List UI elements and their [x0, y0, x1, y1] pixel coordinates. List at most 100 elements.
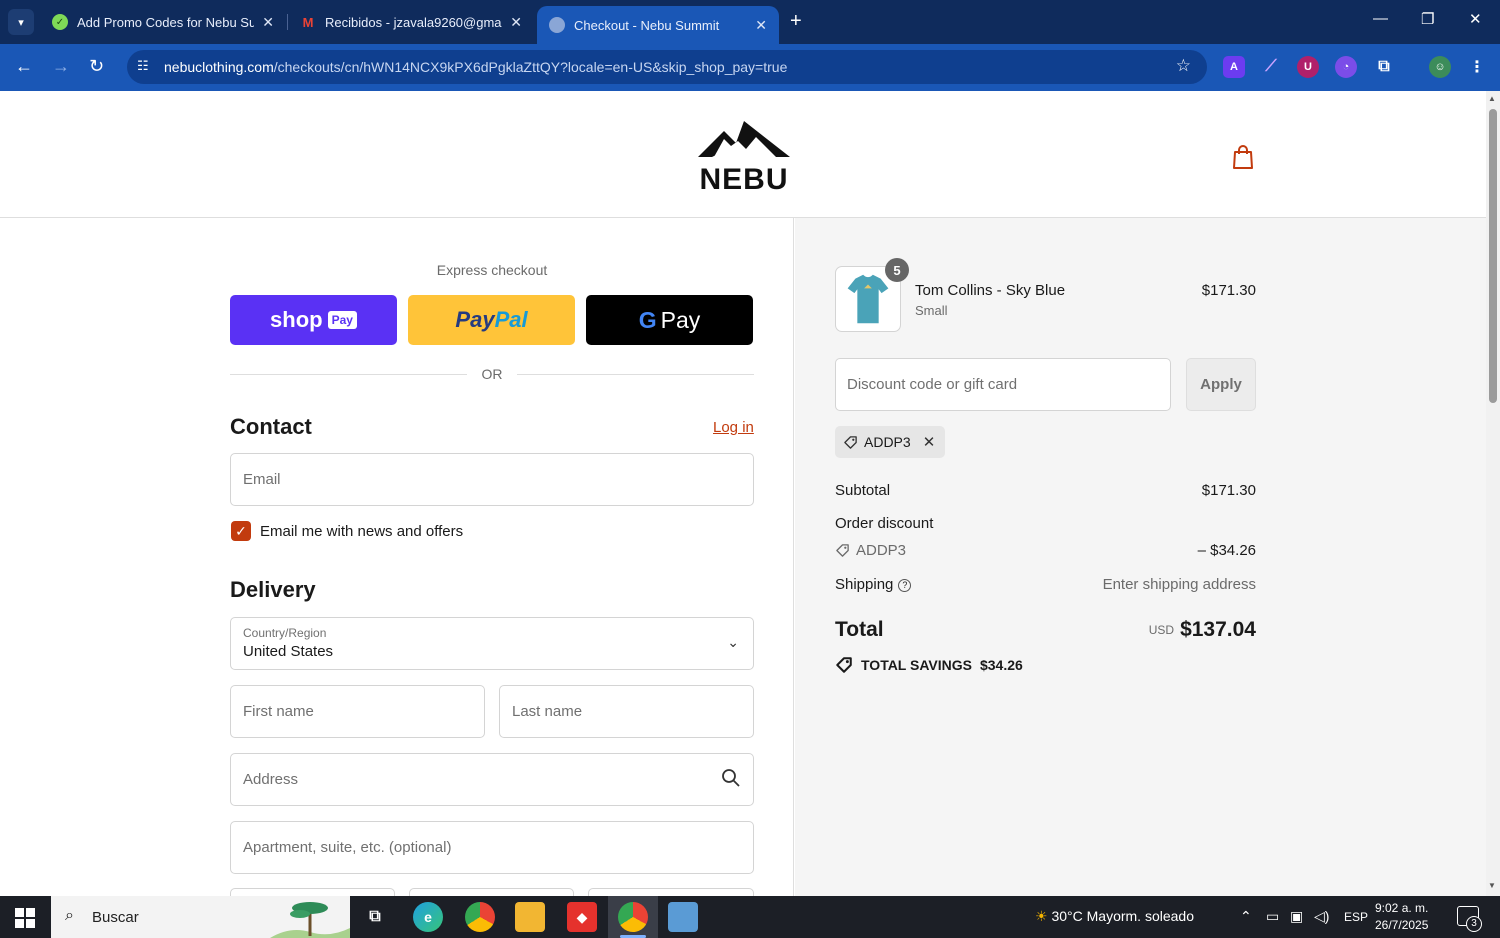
battery-icon[interactable]: ▭: [1266, 908, 1279, 925]
checkmark-favicon-icon: ✓: [52, 14, 68, 30]
subtotal-label: Subtotal: [835, 482, 891, 499]
weather-sun-icon: ☀: [1035, 908, 1048, 924]
first-name-field[interactable]: First name: [230, 685, 485, 738]
checkout-page: NEBU Express checkout shop Pay Pay Pal G …: [0, 91, 1486, 896]
express-checkout-title: Express checkout: [436, 262, 548, 278]
checkout-form: Express checkout shop Pay Pay Pal G Pay O…: [0, 218, 794, 896]
show-hidden-icons-icon[interactable]: ⌃: [1240, 908, 1252, 925]
apply-discount-button[interactable]: Apply: [1186, 358, 1256, 411]
close-tab-icon[interactable]: ✕: [510, 14, 522, 31]
quantity-badge: 5: [885, 258, 909, 282]
tab-gmail[interactable]: M Recibidos - jzavala9260@gmail. ✕: [288, 0, 534, 44]
close-tab-icon[interactable]: ✕: [755, 17, 767, 34]
shopping-bag-icon[interactable]: [1231, 144, 1255, 170]
extension-shield-icon[interactable]: U: [1297, 56, 1319, 78]
apartment-placeholder: Apartment, suite, etc. (optional): [243, 839, 452, 856]
new-tab-button[interactable]: +: [790, 10, 802, 33]
chrome-profile-icon[interactable]: [618, 902, 648, 932]
edge-icon[interactable]: e: [413, 902, 443, 932]
product-price: $171.30: [1201, 282, 1256, 299]
notepad-icon[interactable]: [668, 902, 698, 932]
language-indicator[interactable]: ESP: [1344, 910, 1368, 924]
extension-a-icon[interactable]: A: [1223, 56, 1245, 78]
taskbar-search-box[interactable]: ⌕ Buscar: [51, 896, 350, 938]
windows-start-icon[interactable]: [15, 908, 35, 928]
weather-text: 30°C Mayorm. soleado: [1051, 908, 1195, 924]
total-amount: USD $137.04: [1149, 618, 1256, 642]
weather-widget[interactable]: ☀ 30°C Mayorm. soleado: [1035, 908, 1194, 925]
or-divider-text: OR: [481, 366, 503, 382]
last-name-field[interactable]: Last name: [499, 685, 754, 738]
site-info-icon[interactable]: ☷: [137, 58, 149, 74]
order-discount-row: Order discount: [835, 515, 1256, 532]
forward-arrow-icon[interactable]: →: [52, 56, 70, 77]
minimize-icon[interactable]: —: [1373, 10, 1388, 27]
search-text: Buscar: [92, 909, 139, 926]
remove-discount-icon[interactable]: ✕: [923, 433, 936, 451]
discount-placeholder: Discount code or gift card: [847, 376, 1018, 393]
apartment-field[interactable]: Apartment, suite, etc. (optional): [230, 821, 754, 874]
discount-code-input[interactable]: Discount code or gift card: [835, 358, 1171, 411]
shipping-value: Enter shipping address: [1102, 576, 1256, 593]
tab-search-button[interactable]: ▾: [8, 9, 34, 35]
tab-checkout[interactable]: Checkout - Nebu Summit ✕: [537, 6, 779, 44]
close-window-icon[interactable]: ✕: [1469, 10, 1482, 28]
product-variant: Small: [915, 303, 948, 318]
google-pay-button[interactable]: G Pay: [586, 295, 753, 345]
order-discount-label: Order discount: [835, 515, 934, 532]
paypal-button[interactable]: Pay Pal: [408, 295, 575, 345]
address-bar[interactable]: ☷ nebuclothing.com/checkouts/cn/hWN14NCX…: [127, 50, 1207, 84]
extensions-puzzle-icon[interactable]: ⧉: [1373, 56, 1395, 78]
help-icon[interactable]: ?: [898, 579, 912, 592]
store-header: NEBU: [0, 91, 1486, 218]
shop-pay-button[interactable]: shop Pay: [230, 295, 397, 345]
country-value: United States: [243, 643, 334, 660]
anydesk-icon[interactable]: ◆: [567, 902, 597, 932]
login-link[interactable]: Log in: [713, 419, 754, 436]
clock[interactable]: 9:02 a. m. 26/7/2025: [1375, 900, 1428, 934]
page-scrollbar[interactable]: ▲ ▼: [1486, 91, 1500, 896]
scrollbar-thumb[interactable]: [1489, 109, 1497, 403]
volume-icon[interactable]: ◁): [1314, 908, 1329, 925]
windows-taskbar: ⌕ Buscar ⧉ e ◆ ☀ 30°C Mayorm. soleado ⌃ …: [0, 896, 1500, 938]
savings-value: $34.26: [979, 657, 1023, 673]
file-explorer-icon[interactable]: [515, 902, 545, 932]
total-savings: TOTAL SAVINGS $34.26: [835, 656, 1023, 674]
zip-field[interactable]: [588, 888, 754, 896]
profile-avatar-icon[interactable]: ☺: [1429, 56, 1451, 78]
chevron-down-icon: ⌄: [727, 634, 739, 650]
back-arrow-icon[interactable]: ←: [15, 56, 33, 77]
newsletter-checkbox[interactable]: ✓: [231, 521, 251, 541]
bookmark-star-icon[interactable]: ☆: [1176, 56, 1191, 76]
paypal-label-part1: Pay: [455, 307, 495, 332]
close-tab-icon[interactable]: ✕: [262, 14, 274, 31]
extension-quill-icon[interactable]: ⟋: [1260, 56, 1282, 78]
total-label: Total: [835, 618, 884, 641]
nebu-logo[interactable]: NEBU: [694, 117, 794, 193]
scroll-down-arrow-icon[interactable]: ▼: [1488, 881, 1496, 890]
globe-icon: [549, 17, 565, 33]
order-discount-code-row: ADDP3 – $34.26: [835, 542, 1256, 559]
address-field[interactable]: Address: [230, 753, 754, 806]
extension-circle-icon[interactable]: ◔: [1335, 56, 1357, 78]
email-field[interactable]: Email: [230, 453, 754, 506]
url-host: nebuclothing.com: [164, 59, 274, 75]
state-field[interactable]: [409, 888, 574, 896]
browser-menu-icon[interactable]: ⋮: [1466, 56, 1488, 78]
savings-label: TOTAL SAVINGS: [861, 657, 972, 673]
tab-promo-codes[interactable]: ✓ Add Promo Codes for Nebu Su ✕: [40, 0, 286, 44]
clock-date: 26/7/2025: [1375, 918, 1429, 932]
chrome-icon[interactable]: [465, 902, 495, 932]
tag-icon: [844, 435, 857, 449]
task-view-icon[interactable]: ⧉: [360, 902, 390, 932]
scroll-up-arrow-icon[interactable]: ▲: [1488, 94, 1496, 103]
restore-icon[interactable]: ❐: [1421, 10, 1434, 28]
url-text[interactable]: nebuclothing.com/checkouts/cn/hWN14NCX9k…: [164, 59, 787, 75]
shop-pay-badge: Pay: [327, 311, 357, 329]
order-summary: 5 Tom Collins - Sky Blue Small $171.30 D…: [795, 218, 1486, 896]
country-select[interactable]: Country/Region United States ⌄: [230, 617, 754, 670]
city-field[interactable]: [230, 888, 395, 896]
tab-title: Add Promo Codes for Nebu Su: [77, 14, 255, 30]
reload-icon[interactable]: ↻: [89, 56, 104, 77]
network-icon[interactable]: ▣: [1290, 908, 1303, 925]
